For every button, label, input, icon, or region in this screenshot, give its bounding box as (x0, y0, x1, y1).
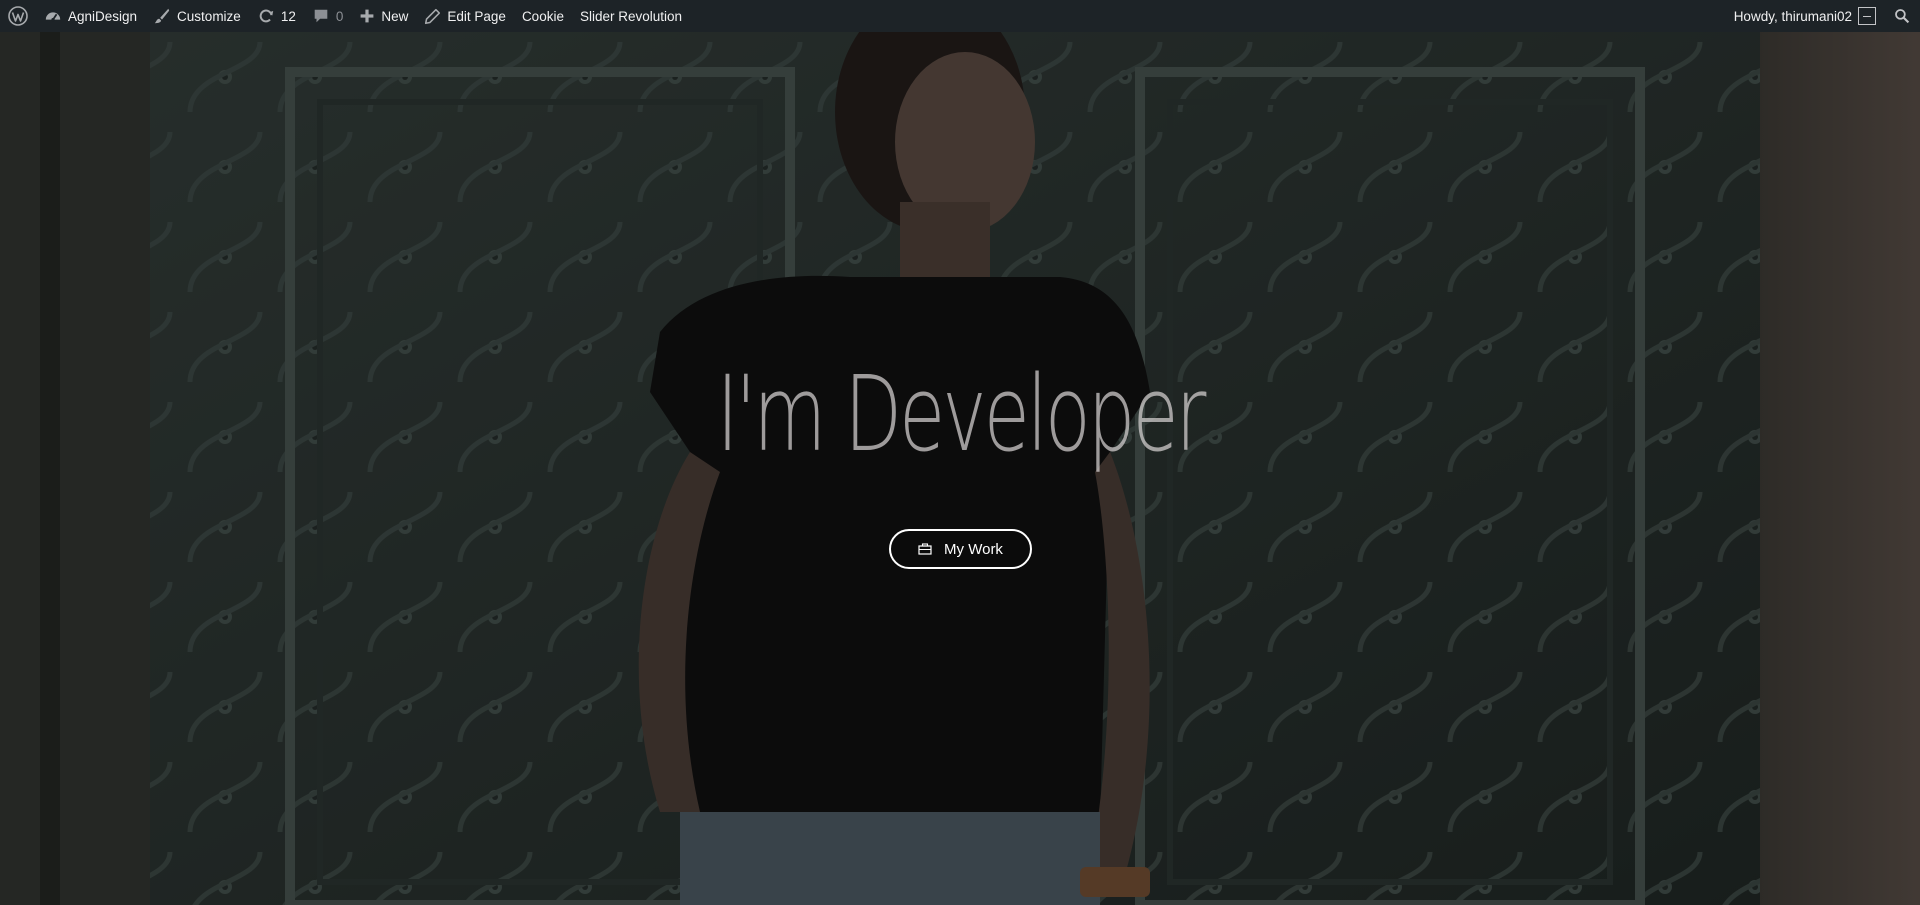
slider-revolution-link[interactable]: Slider Revolution (572, 0, 690, 32)
site-name-link[interactable]: AgniDesign (36, 0, 145, 32)
wordpress-logo-icon (8, 6, 28, 26)
admin-bar-left: AgniDesign Customize 12 0 New Edit Page … (0, 0, 690, 32)
hero-headline: I'm Developer (716, 353, 1206, 475)
wordpress-menu[interactable] (0, 0, 36, 32)
search-icon (1894, 8, 1910, 24)
slider-revolution-label: Slider Revolution (579, 8, 683, 24)
admin-bar-right: Howdy, thirumani02 (1726, 0, 1920, 32)
new-label: New (381, 8, 409, 24)
my-work-label: My Work (944, 540, 1003, 558)
customize-link[interactable]: Customize (145, 0, 249, 32)
cookie-label: Cookie (521, 8, 564, 24)
comments-link[interactable]: 0 (304, 0, 352, 32)
updates-link[interactable]: 12 (249, 0, 304, 32)
customize-label: Customize (177, 8, 241, 24)
my-account-link[interactable]: Howdy, thirumani02 (1726, 0, 1884, 32)
brush-icon (153, 7, 171, 25)
avatar (1858, 7, 1876, 25)
howdy-label: Howdy, thirumani02 (1733, 8, 1852, 24)
dashboard-icon (44, 7, 62, 25)
my-work-button[interactable]: My Work (889, 529, 1032, 569)
edit-page-label: Edit Page (447, 8, 506, 24)
plus-icon (359, 8, 375, 24)
refresh-icon (257, 7, 275, 25)
site-name-label: AgniDesign (68, 8, 138, 24)
comments-count: 0 (335, 8, 344, 24)
cookie-link[interactable]: Cookie (514, 0, 572, 32)
admin-bar: AgniDesign Customize 12 0 New Edit Page … (0, 0, 1920, 32)
admin-search-button[interactable] (1884, 0, 1920, 32)
pencil-icon (424, 8, 441, 25)
updates-count: 12 (280, 8, 296, 24)
new-content-link[interactable]: New (351, 0, 416, 32)
briefcase-icon (918, 543, 932, 555)
edit-page-link[interactable]: Edit Page (416, 0, 514, 32)
hero-slider: I'm Developer My Work (0, 32, 1920, 905)
comment-bubble-icon (312, 7, 330, 25)
